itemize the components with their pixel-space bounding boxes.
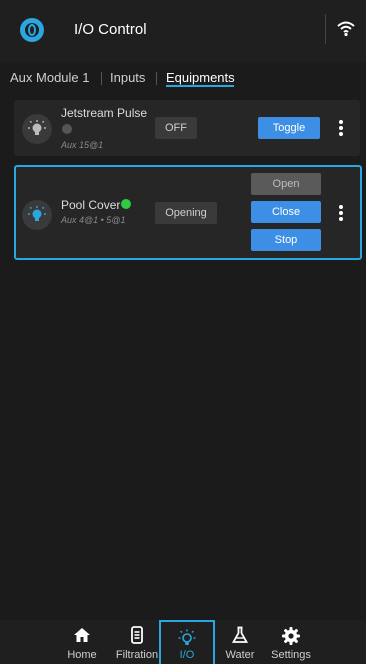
lightbulb-icon [22, 200, 52, 230]
stop-button[interactable]: Stop [251, 229, 321, 251]
equipment-address: Aux 4@1 • 5@1 [61, 215, 126, 225]
lightbulb-icon [178, 629, 196, 645]
page-title: I/O Control [74, 21, 147, 38]
lightbulb-icon [22, 114, 52, 144]
nav-home[interactable]: Home [52, 620, 112, 664]
bottom-navigation: Home Filtration I/O Water Settings [0, 620, 366, 664]
equipment-name: Jetstream Pulse [61, 106, 148, 120]
equipment-card: Jetstream Pulse Aux 15@1 OFF Toggle [14, 100, 360, 156]
app-logo-icon [20, 18, 44, 42]
more-options-icon[interactable] [338, 119, 344, 139]
nav-settings[interactable]: Settings [261, 620, 321, 664]
tab-separator [156, 72, 157, 85]
nav-label: I/O [179, 649, 195, 661]
nav-io[interactable]: I/O [159, 620, 215, 664]
wifi-icon[interactable] [336, 18, 356, 38]
tab-aux-module[interactable]: Aux Module 1 [10, 70, 90, 85]
close-button[interactable]: Close [251, 201, 321, 223]
more-options-icon[interactable] [338, 204, 344, 224]
equipment-name: Pool Cover [61, 198, 121, 212]
nav-label: Home [67, 649, 97, 661]
nav-label: Settings [271, 649, 311, 661]
nav-filtration[interactable]: Filtration [107, 620, 167, 664]
divider [325, 14, 326, 44]
toggle-button[interactable]: Toggle [258, 117, 320, 139]
open-button[interactable]: Open [251, 173, 321, 195]
equipment-address: Aux 15@1 [61, 140, 104, 150]
tab-bar: Aux Module 1 Inputs Equipments [0, 62, 366, 94]
gear-icon [282, 627, 300, 645]
tab-equipments[interactable]: Equipments [166, 70, 235, 85]
status-dot [121, 199, 131, 209]
status-dot [62, 124, 72, 134]
active-tab-indicator [166, 85, 234, 87]
equipment-card: Pool Cover Aux 4@1 • 5@1 Opening Open Cl… [14, 165, 362, 260]
top-bar: I/O Control [0, 0, 366, 62]
filtration-icon [131, 626, 143, 644]
status-badge: Opening [155, 202, 217, 224]
nav-label: Filtration [115, 649, 159, 661]
flask-icon [231, 626, 249, 643]
home-icon [74, 628, 90, 642]
tab-separator [101, 72, 102, 85]
status-badge: OFF [155, 117, 197, 139]
tab-inputs[interactable]: Inputs [110, 70, 145, 85]
